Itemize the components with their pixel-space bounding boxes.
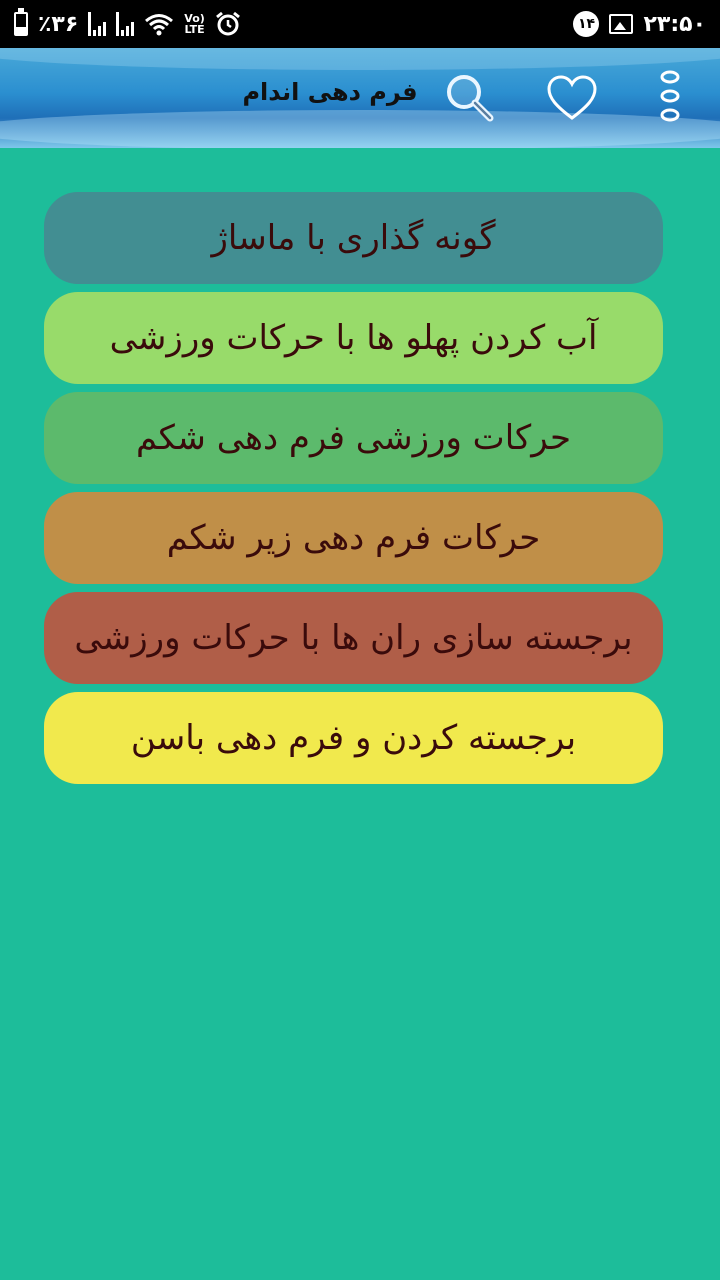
search-icon <box>447 75 494 122</box>
menu-item[interactable]: حرکات ورزشی فرم دهی شکم <box>44 392 663 484</box>
search-button[interactable] <box>440 68 500 128</box>
menu-list: گونه گذاری با ماساژ آب کردن پهلو ها با حر… <box>44 192 663 792</box>
notification-badge: ۱۴ <box>573 11 600 37</box>
menu-item[interactable]: برجسته کردن و فرم دهی باسن <box>44 692 663 784</box>
battery-percent: ٪۳۶ <box>38 11 79 37</box>
more-options-icon <box>660 70 680 122</box>
menu-item[interactable]: حرکات فرم دهی زیر شکم <box>44 492 663 584</box>
app-bar: فرم دهی اندام <box>0 48 720 148</box>
favorites-button[interactable] <box>542 68 602 128</box>
app-bar-wave <box>0 48 720 70</box>
app-title: فرم دهی اندام <box>242 78 418 106</box>
volte-indicator: Vo) LTE <box>184 13 205 35</box>
status-left: ٪۳۶ Vo) LTE <box>14 8 241 37</box>
menu-item[interactable]: برجسته سازی ران ها با حرکات ورزشی <box>44 592 663 684</box>
more-options-button[interactable] <box>640 68 700 128</box>
menu-item[interactable]: گونه گذاری با ماساژ <box>44 192 663 284</box>
heart-icon <box>547 75 597 120</box>
battery-icon <box>14 8 28 36</box>
status-bar: ٪۳۶ Vo) LTE ۱۴ ۲۳:۵۰ <box>0 0 720 48</box>
image-icon <box>609 14 634 34</box>
clock: ۲۳:۵۰ <box>643 11 706 37</box>
wifi-icon <box>145 14 174 36</box>
menu-item[interactable]: آب کردن پهلو ها با حرکات ورزشی <box>44 292 663 384</box>
signal-icon-sim1 <box>88 12 107 36</box>
app-bar-wave <box>0 110 720 148</box>
battery-fill <box>16 26 26 34</box>
status-right: ۱۴ ۲۳:۵۰ <box>573 11 706 37</box>
lte-label: LTE <box>184 23 205 36</box>
signal-icon-sim2 <box>116 12 135 36</box>
alarm-icon <box>215 11 240 36</box>
